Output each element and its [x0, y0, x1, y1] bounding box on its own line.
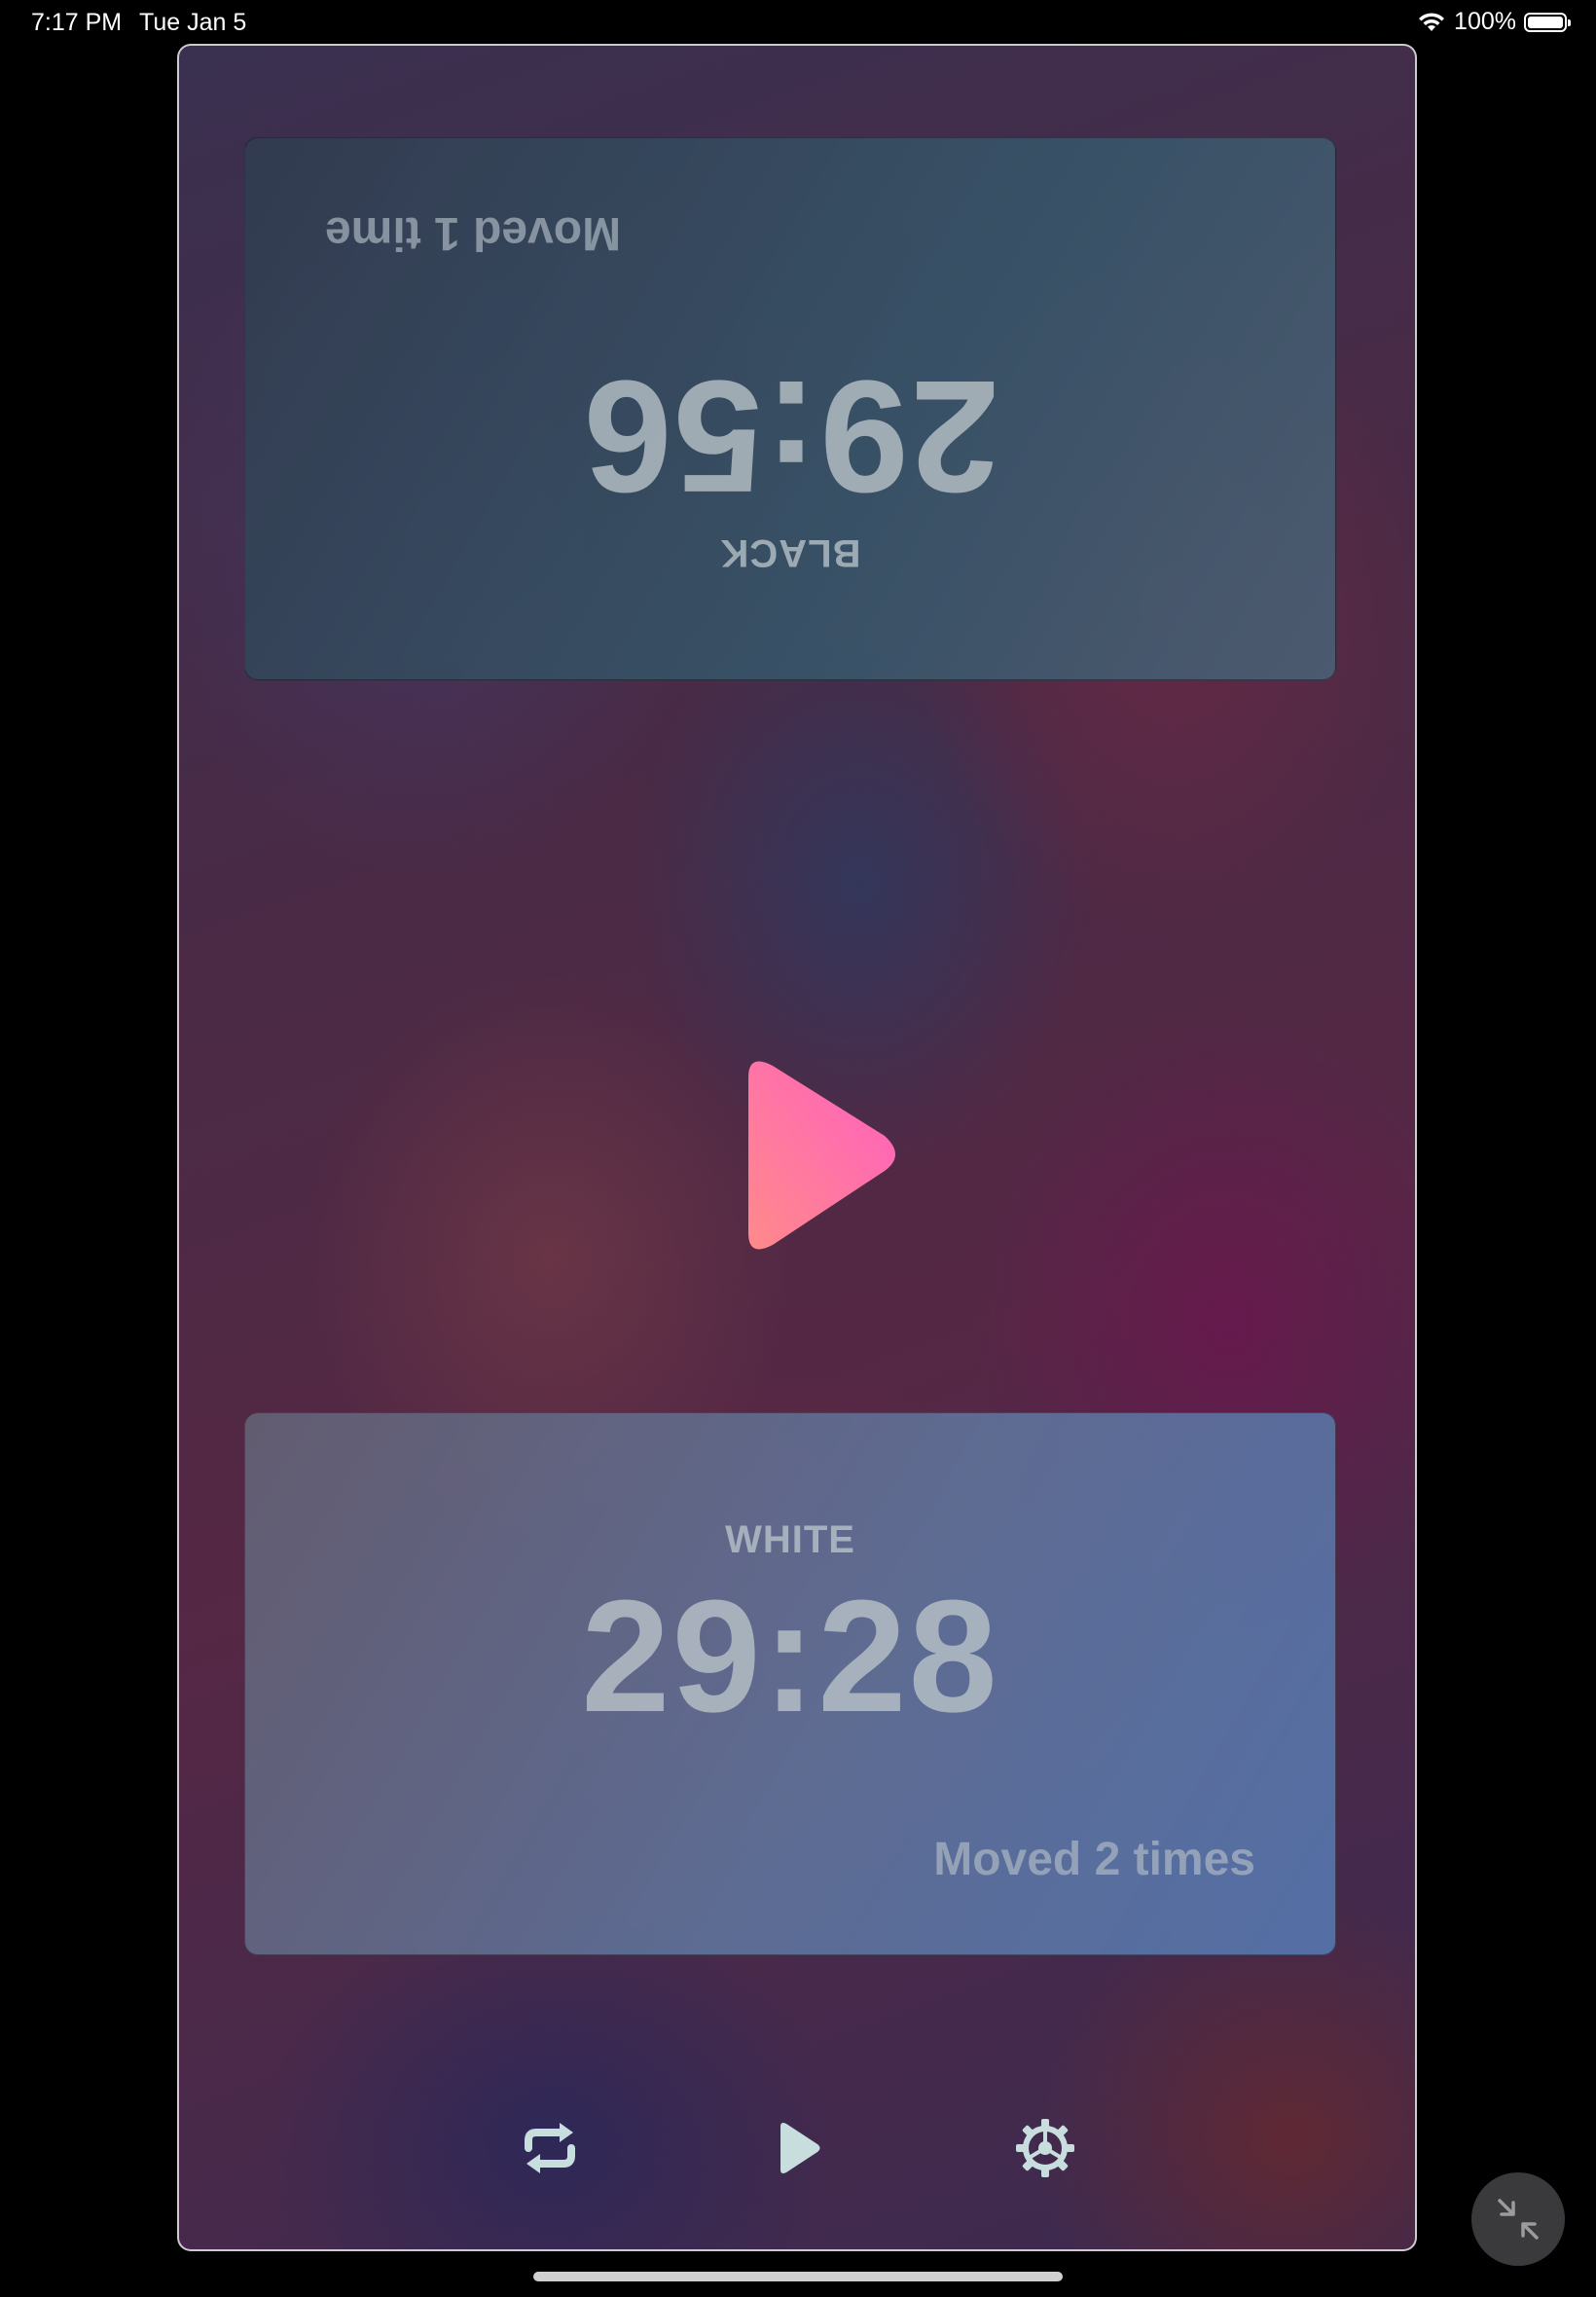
repeat-icon — [525, 2123, 575, 2173]
white-clock-card[interactable]: WHITE 29:28 Moved 2 times — [244, 1412, 1336, 1955]
status-date: Tue Jan 5 — [139, 9, 247, 36]
wifi-icon — [1419, 12, 1445, 31]
settings-button[interactable] — [1011, 2114, 1079, 2182]
status-time: 7:17 PM — [31, 9, 123, 36]
minimize-icon — [1498, 2199, 1539, 2240]
black-clock-time: 29:56 — [581, 347, 999, 526]
battery-icon — [1524, 12, 1571, 32]
settings-icon — [1016, 2119, 1074, 2177]
minimize-button[interactable] — [1471, 2172, 1565, 2266]
play-icon — [748, 1061, 895, 1250]
black-player-label: BLACK — [719, 531, 861, 574]
status-right: 100% — [1417, 8, 1571, 36]
chess-clock-window: BLACK 29:56 Moved 1 time WHITE 29:28 Mov… — [177, 44, 1417, 2251]
white-clock-time: 29:28 — [581, 1567, 999, 1745]
white-moves-count: Moved 2 times — [933, 1834, 1255, 1885]
reset-button[interactable] — [516, 2114, 584, 2182]
white-player-label: WHITE — [725, 1518, 855, 1561]
black-clock-card[interactable]: BLACK 29:56 Moved 1 time — [244, 137, 1336, 680]
play-icon — [780, 2123, 820, 2173]
battery-percent: 100% — [1454, 8, 1516, 35]
white-clock-content: WHITE 29:28 Moved 2 times — [245, 1413, 1335, 1954]
home-indicator[interactable] — [533, 2272, 1063, 2281]
black-clock-content: BLACK 29:56 Moved 1 time — [245, 138, 1335, 679]
toolbar-play-button[interactable] — [765, 2114, 833, 2182]
start-clock-button[interactable] — [719, 1048, 914, 1262]
status-bar: 7:17 PM Tue Jan 5 100% — [0, 0, 1596, 45]
black-moves-count: Moved 1 time — [325, 207, 622, 259]
